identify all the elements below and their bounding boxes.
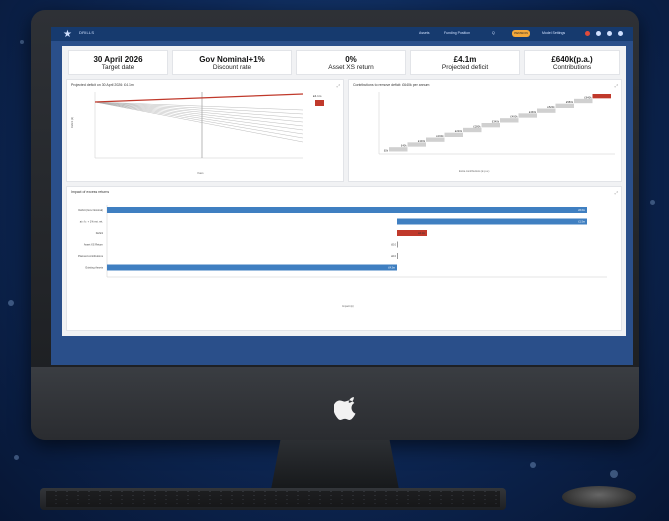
kpi-label: Contributions <box>552 64 592 71</box>
status-badge[interactable]: PENSION <box>512 30 530 37</box>
waterfall-bar-label: £160k <box>436 134 444 138</box>
waterfall-bar-label: £100k <box>418 139 426 143</box>
waterfall-bar <box>444 132 463 137</box>
screen: ★ DRILLS Assets Funding Position Q PENSI… <box>51 27 633 365</box>
model-settings-link[interactable]: Model Settings <box>542 31 565 35</box>
waterfall-bar-label: £40k <box>401 144 407 148</box>
excess-bar-value: £0.0 <box>391 255 396 258</box>
waterfall-bar <box>537 108 556 113</box>
excess-row-label: Deficit (Gov Nominal) <box>78 208 103 212</box>
excess-bar <box>397 253 398 259</box>
kpi-target-date[interactable]: 30 April 2026 Target date <box>68 50 168 75</box>
waterfall-bar-label: £220k <box>455 129 463 133</box>
kpi-label: Asset XS return <box>328 64 374 71</box>
panel-projected-deficit: Projected deficit on 30 April 2026: £4.1… <box>66 79 344 182</box>
x-axis-label: Extra contributions (£ p.a.) <box>459 169 490 173</box>
sparkle <box>650 200 655 205</box>
panel-contributions: Contributions to remove deficit: £640k p… <box>348 79 622 182</box>
panel-title: Contributions to remove deficit: £640k p… <box>353 83 430 87</box>
x-axis-label: Years <box>197 171 204 175</box>
panel-title: Impact of excess returns <box>71 190 110 194</box>
waterfall-bar <box>463 127 482 133</box>
alert-icon[interactable] <box>585 31 590 36</box>
sparkle <box>530 462 536 468</box>
waterfall-bar <box>592 94 611 99</box>
excess-bar-value: £1.5m <box>578 221 585 224</box>
excess-bar <box>397 241 398 248</box>
waterfall-bar <box>574 98 593 104</box>
y-axis-label: Deficit (£) <box>70 117 74 128</box>
excess-bar <box>107 207 587 213</box>
apple-logo-icon <box>334 397 356 420</box>
kpi-asset-xs-return[interactable]: 0% Asset XS return <box>296 50 406 75</box>
settings-icon[interactable] <box>596 31 601 36</box>
sparkle <box>8 300 14 306</box>
waterfall-bar <box>389 147 408 152</box>
contributions-waterfall-chart: Extra contributions (£ p.a.) £640k £580k £… <box>378 92 615 173</box>
excess-bar-value: £4.3m <box>388 267 395 270</box>
waterfall-bar <box>426 137 445 142</box>
panel-excess-returns: Impact of excess returns ⤢ Impact (£) De… <box>66 186 622 331</box>
dashboard: 30 April 2026 Target date Gov Nominal+1%… <box>62 46 626 336</box>
kpi-value: 0% <box>345 55 357 64</box>
deficit-marker-label: £4.1m <box>313 94 322 98</box>
waterfall-bar-label: £400k <box>510 115 518 119</box>
waterfall-bar-label: £640k <box>584 95 592 99</box>
waterfall-bar-label: £520k <box>547 105 555 109</box>
waterfall-bar-label: £460k <box>529 110 537 114</box>
nav-funding-position[interactable]: Funding Position <box>444 31 470 35</box>
keyboard <box>40 488 506 510</box>
menu-icon[interactable] <box>618 31 623 36</box>
sparkle <box>14 455 19 460</box>
sparkle <box>610 470 618 478</box>
excess-row-label: Existing Assets <box>86 266 104 270</box>
waterfall-bar-label: £0k <box>384 149 389 153</box>
kpi-value: Gov Nominal+1% <box>199 55 265 64</box>
kpi-projected-deficit[interactable]: £4.1m Projected deficit <box>410 50 520 75</box>
waterfall-bar <box>407 142 426 147</box>
panel-title: Projected deficit on 30 April 2026: £4.1… <box>71 83 134 87</box>
app-topbar: ★ DRILLS Assets Funding Position Q PENSI… <box>51 27 633 41</box>
excess-row-label: Deficit <box>96 231 103 235</box>
excess-row-label: Asset XS Return <box>84 243 104 247</box>
waterfall-bar <box>500 118 519 123</box>
kpi-value: £640k(p.a.) <box>551 55 593 64</box>
kpi-value: 30 April 2026 <box>93 55 143 64</box>
nav-assets[interactable]: Assets <box>419 31 430 35</box>
excess-row-label: at r.f.r. + 1% ext. ret. <box>80 220 104 224</box>
excess-bar <box>107 264 397 271</box>
excess-bar-value: £5.6m <box>578 209 585 212</box>
excess-bar <box>397 218 587 225</box>
user-icon[interactable] <box>607 31 612 36</box>
excess-row-label: Planned contributions <box>78 254 104 258</box>
waterfall-bar-label: £340k <box>492 120 500 124</box>
waterfall-bar <box>481 123 500 128</box>
waterfall-bar <box>555 103 574 108</box>
waterfall-bar-label: £280k <box>473 124 481 128</box>
excess-bar-value: £0.0 <box>391 244 396 247</box>
mouse <box>562 486 636 508</box>
kpi-label: Target date <box>101 64 135 71</box>
monitor-stand <box>270 440 400 495</box>
brand-name: DRILLS <box>79 30 95 35</box>
excess-bar-value: £4.1m <box>418 232 425 235</box>
search-icon[interactable]: Q <box>492 31 495 35</box>
star-logo-icon: ★ <box>63 29 72 40</box>
waterfall-bar <box>518 113 537 118</box>
excess-returns-chart: Impact (£) Deficit (Gov Nominal) £5.6m at … <box>78 205 607 308</box>
sparkle <box>20 40 24 44</box>
kpi-discount-rate[interactable]: Gov Nominal+1% Discount rate <box>172 50 292 75</box>
kpi-value: £4.1m <box>453 55 477 64</box>
deficit-fan-chart: £4.1m Deficit (£) Years <box>70 92 324 175</box>
x-axis-label: Impact (£) <box>342 304 354 308</box>
kpi-contributions[interactable]: £640k(p.a.) Contributions <box>524 50 620 75</box>
kpi-label: Discount rate <box>212 64 252 71</box>
waterfall-bar-label: £580k <box>566 100 574 104</box>
kpi-label: Projected deficit <box>441 64 489 71</box>
